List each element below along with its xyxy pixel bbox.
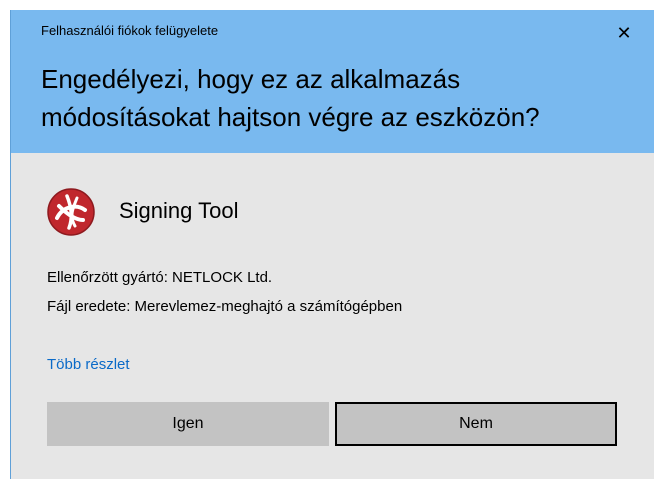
question-line-2: módosításokat hajtson végre az eszközön?	[41, 102, 540, 132]
more-details-link[interactable]: Több részlet	[47, 356, 130, 373]
netlock-logo-icon	[47, 188, 95, 236]
dialog-header: Felhasználói fiókok felügyelete ✕ Engedé…	[11, 10, 654, 153]
question-line-1: Engedélyezi, hogy ez az alkalmazás	[41, 64, 461, 94]
app-name: Signing Tool	[119, 198, 239, 223]
yes-button[interactable]: Igen	[47, 402, 329, 446]
file-origin-text: Fájl eredete: Merevlemez-meghajtó a szám…	[47, 298, 403, 315]
publisher-text: Ellenőrzött gyártó: NETLOCK Ltd.	[47, 269, 273, 286]
consent-question: Engedélyezi, hogy ez az alkalmazás módos…	[41, 60, 631, 136]
no-button[interactable]: Nem	[335, 402, 617, 446]
window-title: Felhasználói fiókok felügyelete	[41, 23, 219, 38]
close-icon[interactable]: ✕	[609, 19, 639, 47]
uac-dialog: Felhasználói fiókok felügyelete ✕ Engedé…	[10, 10, 654, 479]
